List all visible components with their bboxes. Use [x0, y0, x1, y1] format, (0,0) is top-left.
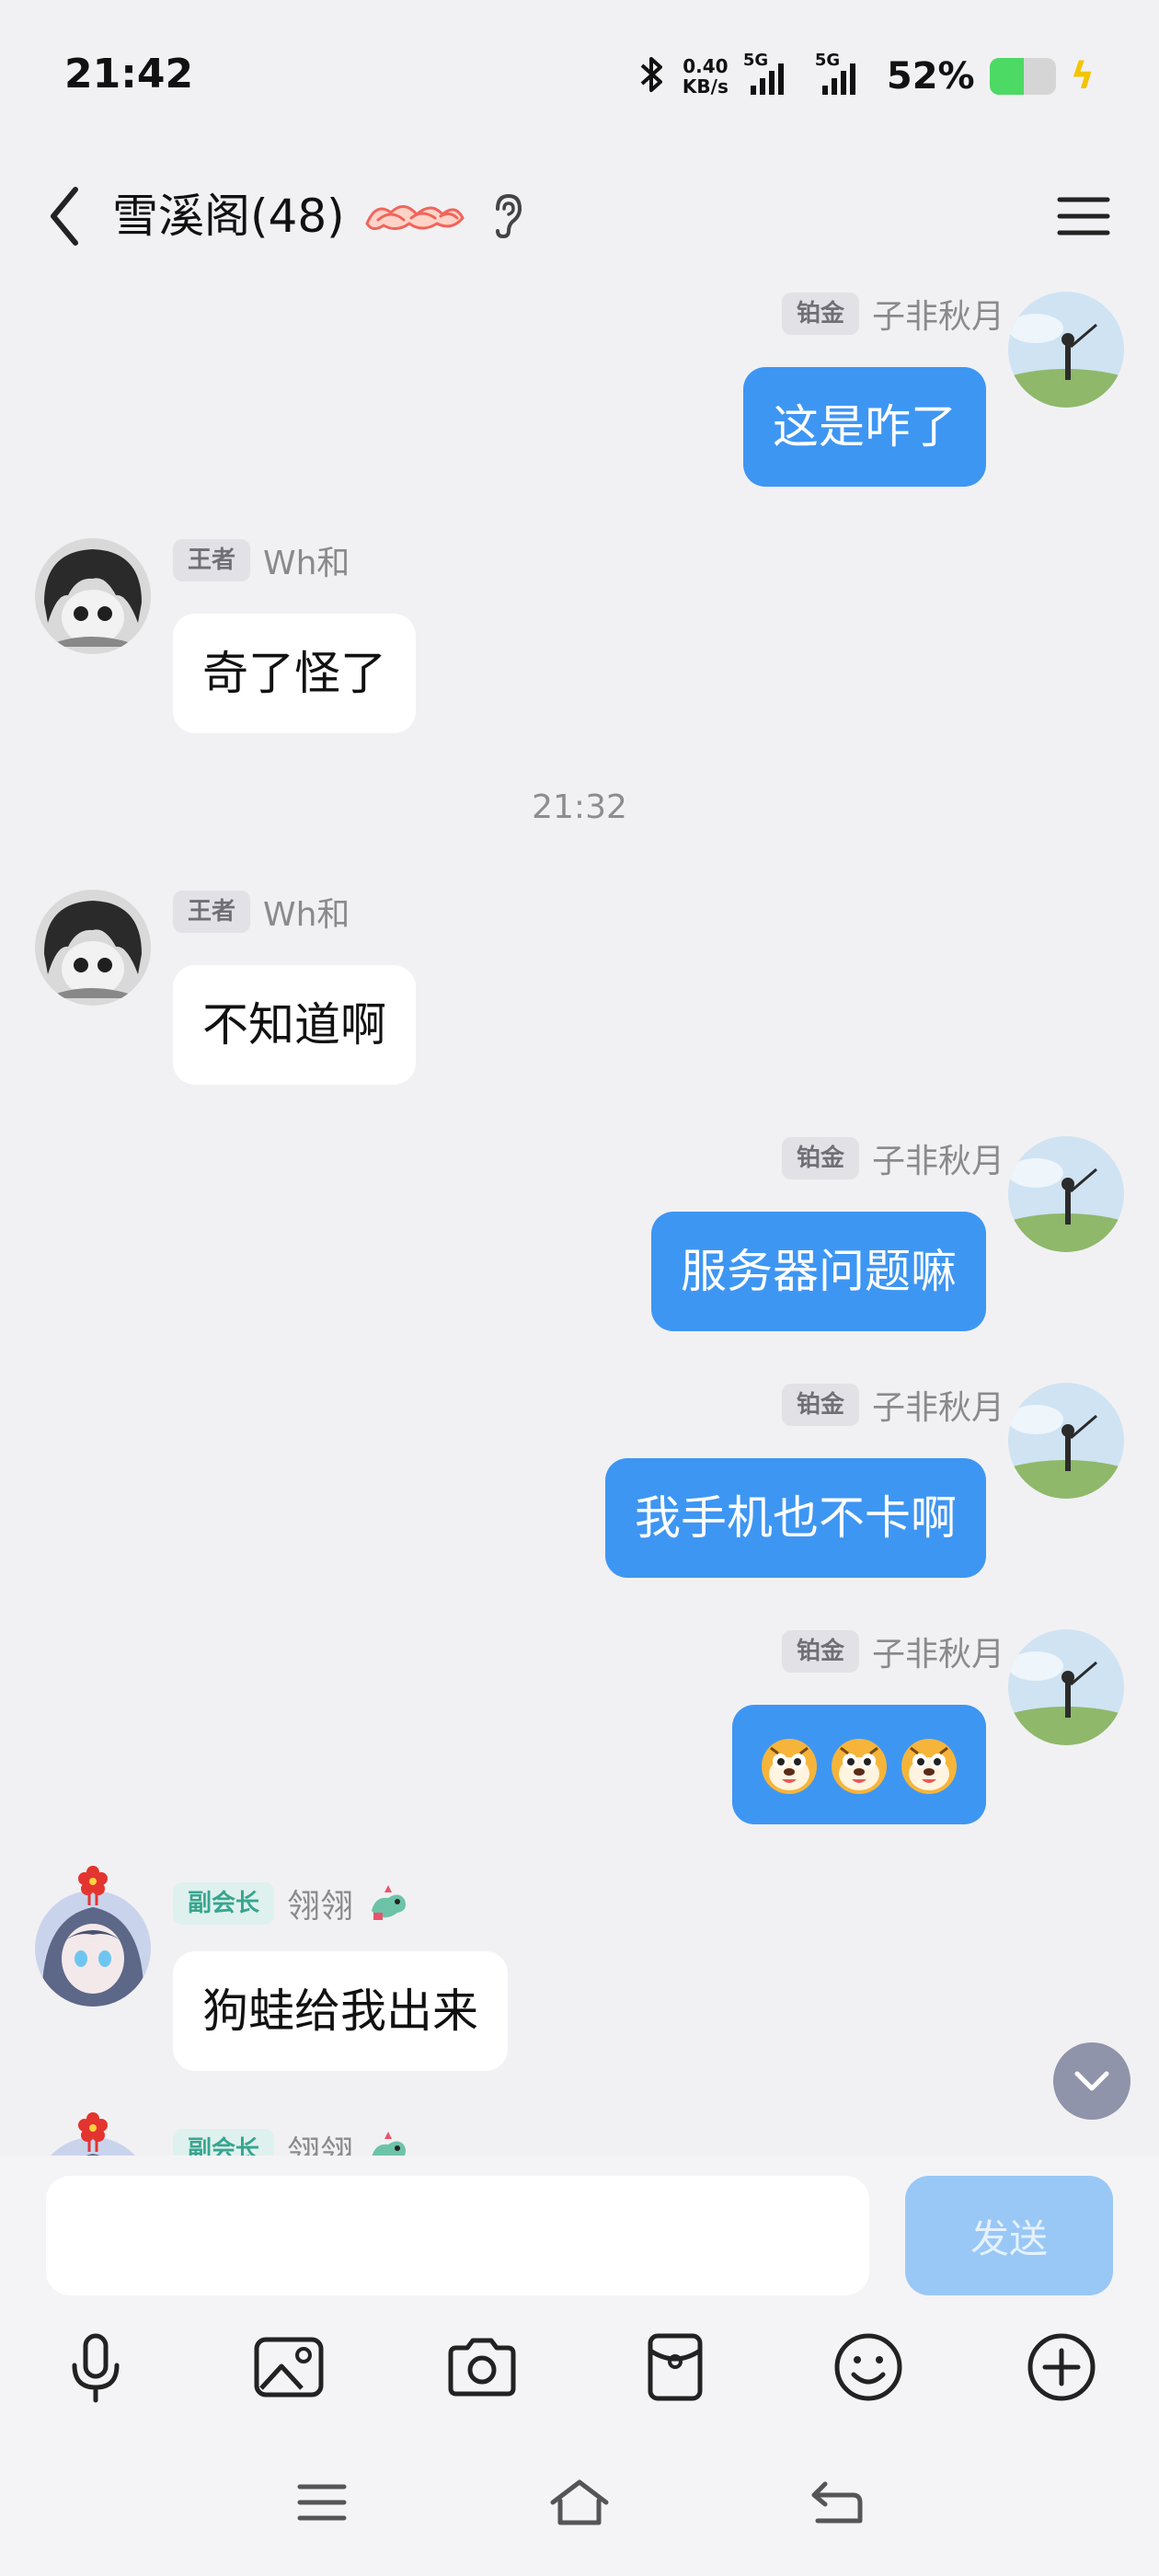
avatar-wh[interactable]	[35, 890, 151, 1006]
recent-apps-icon[interactable]	[276, 2461, 368, 2544]
red-packet-icon[interactable]	[629, 2321, 721, 2413]
role-badge: 副会长	[173, 2129, 275, 2156]
tiger-face-emoji	[901, 1739, 957, 1794]
sender-name[interactable]: 子非秋月	[872, 1381, 1004, 1429]
message-bubble-incoming[interactable]: 奇了怪了	[173, 614, 416, 733]
chevron-left-icon	[51, 187, 78, 246]
back-nav-icon[interactable]	[791, 2461, 883, 2544]
scroll-to-bottom-button[interactable]	[1053, 2042, 1130, 2120]
role-badge: 铂金	[781, 1137, 859, 1179]
message-header: 副会长 翎翎	[173, 2128, 410, 2156]
battery-percent: 52%	[886, 55, 975, 98]
role-badge: 铂金	[781, 1384, 859, 1426]
message-header: 铂金 子非秋月	[781, 1627, 1004, 1675]
system-nav-bar	[0, 2443, 1159, 2576]
home-icon[interactable]	[534, 2461, 625, 2544]
role-badge: 王者	[173, 539, 251, 581]
role-badge: 副会长	[173, 1882, 275, 1925]
image-icon[interactable]	[243, 2321, 335, 2413]
menu-button[interactable]	[1049, 184, 1119, 248]
message-header: 铂金 子非秋月	[781, 1134, 1004, 1182]
avatar-lingling[interactable]	[35, 2112, 151, 2156]
message-bubble-incoming[interactable]: 不知道啊	[173, 965, 416, 1085]
emoji-group	[758, 1705, 960, 1824]
tiger-face-emoji	[832, 1739, 887, 1794]
sender-name[interactable]: 翎翎	[287, 2126, 353, 2156]
dragon-badge-icon	[372, 1885, 407, 1920]
message-header: 铂金 子非秋月	[781, 1381, 1004, 1429]
avatar-self[interactable]	[1008, 292, 1124, 408]
avatar-self[interactable]	[1008, 1383, 1124, 1499]
message-bubble-outgoing[interactable]: 服务器问题嘛	[651, 1212, 986, 1331]
role-badge: 铂金	[781, 1630, 859, 1673]
status-time: 21:42	[64, 51, 194, 98]
message-bubble-outgoing[interactable]: 这是咋了	[743, 367, 986, 487]
role-badge: 铂金	[781, 293, 859, 335]
chat-header: 雪溪阁(48)	[0, 152, 1159, 281]
menu-icon	[1057, 197, 1110, 236]
decorative-badge-icon	[363, 196, 466, 241]
message-bubble-incoming[interactable]: 狗蛙给我出来	[173, 1951, 508, 2071]
sender-name[interactable]: 子非秋月	[872, 1134, 1004, 1182]
avatar-self[interactable]	[1008, 1136, 1124, 1252]
message-header: 王者 Wh和	[173, 890, 350, 934]
composer-toolbar	[0, 2321, 1159, 2459]
sender-name[interactable]: Wh和	[263, 536, 350, 584]
smiley-icon[interactable]	[822, 2321, 914, 2413]
message-list[interactable]: 铂金 子非秋月 这是咋了 王者 Wh和 奇了怪了 21:32 王者 Wh和 不知…	[0, 281, 1159, 2156]
role-badge: 王者	[173, 891, 251, 933]
sender-name[interactable]: 翎翎	[287, 1880, 353, 1927]
ear-icon[interactable]	[486, 189, 528, 244]
back-button[interactable]	[37, 179, 92, 253]
plus-icon[interactable]	[1016, 2321, 1107, 2413]
chevron-down-icon	[1074, 2071, 1109, 2091]
status-bar: 21:42 0.40 KB/s 5G 5G 52% ϟ	[0, 0, 1159, 152]
microphone-icon[interactable]	[50, 2321, 142, 2413]
chat-title[interactable]: 雪溪阁(48)	[112, 179, 345, 253]
dragon-badge-icon	[372, 2132, 407, 2156]
signal-strength-2: 5G	[815, 51, 872, 95]
battery-icon	[989, 58, 1056, 95]
message-header: 铂金 子非秋月	[781, 290, 1004, 338]
network-speed: 0.40 KB/s	[682, 55, 729, 98]
avatar-self[interactable]	[1008, 1629, 1124, 1745]
sender-name[interactable]: Wh和	[263, 888, 350, 936]
bluetooth-icon	[637, 54, 668, 98]
status-icons: 0.40 KB/s 5G 5G 52% ϟ	[637, 51, 1095, 102]
message-header: 副会长 翎翎	[173, 1881, 410, 1926]
avatar-wh[interactable]	[35, 538, 151, 654]
avatar-lingling[interactable]	[35, 1866, 151, 2007]
timestamp-separator: 21:32	[532, 788, 627, 826]
send-button[interactable]: 发送	[905, 2176, 1113, 2295]
message-input[interactable]	[46, 2176, 869, 2295]
tiger-face-emoji	[762, 1739, 817, 1794]
signal-strength-1: 5G	[743, 51, 800, 95]
sender-name[interactable]: 子非秋月	[872, 1627, 1004, 1675]
message-bubble-outgoing[interactable]: 我手机也不卡啊	[605, 1458, 986, 1578]
message-bubble-outgoing[interactable]	[732, 1705, 986, 1824]
message-header: 王者 Wh和	[173, 538, 350, 582]
camera-icon[interactable]	[436, 2321, 528, 2413]
sender-name[interactable]: 子非秋月	[872, 290, 1004, 338]
charging-icon: ϟ	[1070, 55, 1095, 98]
